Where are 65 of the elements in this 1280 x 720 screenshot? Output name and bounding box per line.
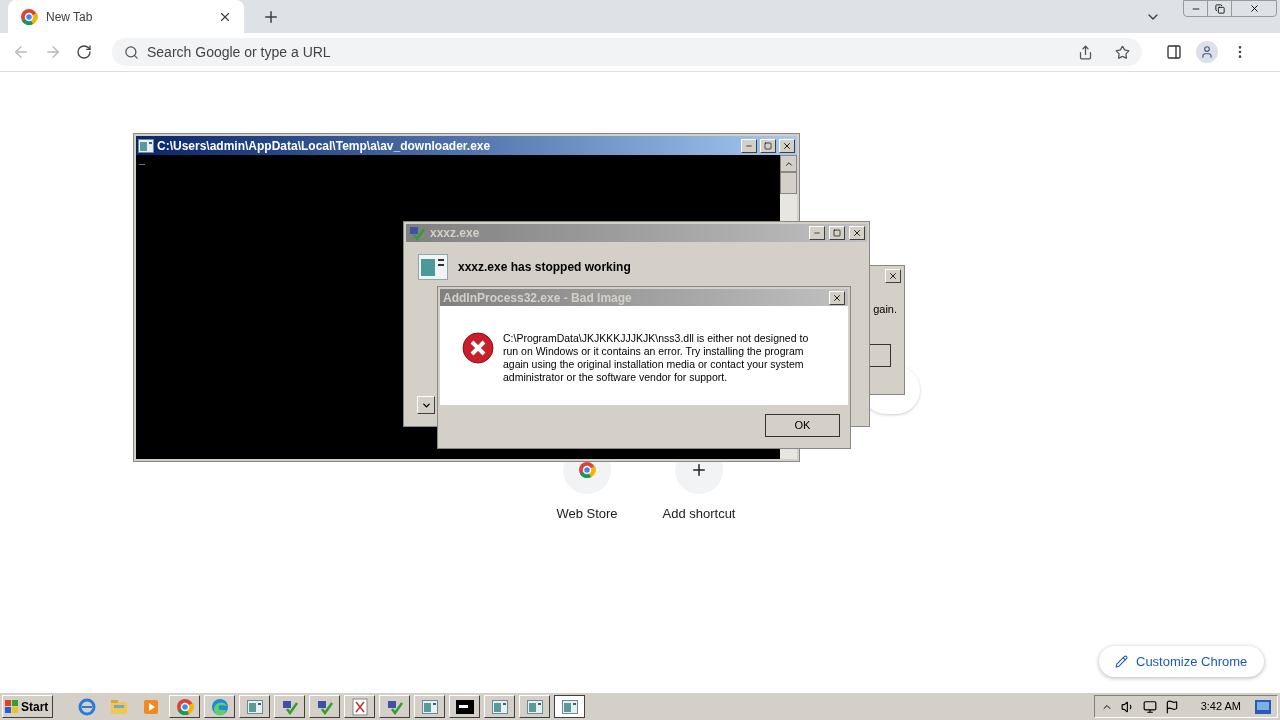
chrome-icon (578, 461, 596, 479)
plus-icon (262, 8, 280, 26)
search-icon (124, 44, 139, 60)
tab-title: New Tab (46, 8, 94, 26)
flag-icon[interactable] (1164, 699, 1179, 714)
close-button[interactable] (829, 290, 845, 305)
desktop-icon[interactable] (1255, 699, 1271, 714)
program-icon (418, 254, 448, 280)
omnibox[interactable]: Search Google or type a URL (112, 38, 1142, 66)
close-button[interactable] (849, 226, 865, 240)
windows-logo (5, 699, 19, 714)
ok-button[interactable]: OK (765, 414, 840, 437)
folder-icon (110, 698, 128, 715)
reload-icon[interactable] (76, 44, 92, 60)
close-icon (1248, 3, 1260, 14)
installer-icon (385, 698, 404, 715)
console-icon (455, 699, 474, 714)
crash-heading: xxxz.exe has stopped working (458, 259, 631, 276)
installer-icon (280, 698, 299, 715)
window-title: xxxz.exe (430, 225, 481, 242)
details-button[interactable] (417, 396, 435, 414)
taskbar-button[interactable] (554, 695, 585, 718)
window-title: C:\Users\admin\AppData\Local\Temp\a\av_downloader.exe (157, 137, 492, 155)
profile-avatar[interactable] (1196, 41, 1218, 63)
pencil-icon (1115, 655, 1128, 668)
installer-icon (408, 225, 426, 241)
scroll-thumb[interactable] (780, 172, 797, 194)
omnibox-input[interactable]: Search Google or type a URL (147, 41, 1070, 63)
installer-icon (315, 698, 334, 715)
window-icon (246, 699, 263, 714)
browser-tab[interactable]: New Tab (8, 0, 244, 33)
close-button[interactable] (885, 269, 901, 283)
window-icon (491, 699, 508, 714)
window-icon (561, 699, 578, 714)
close-icon (782, 140, 792, 151)
plus-icon (690, 461, 708, 479)
play-icon (143, 698, 159, 715)
restore-icon (1214, 3, 1225, 14)
close-icon (888, 271, 898, 281)
window-icon (421, 699, 438, 714)
shortcut-label: Add shortcut (662, 505, 736, 523)
edge-icon (210, 697, 229, 716)
maximize-icon (833, 229, 841, 237)
close-button[interactable] (779, 138, 795, 153)
error-icon (462, 332, 494, 364)
start-button[interactable]: Start (2, 695, 53, 718)
clock[interactable]: 3:42 AM (1200, 698, 1241, 715)
browser-e-icon (78, 697, 96, 716)
window-title: AddInProcess32.exe - Bad Image (443, 289, 633, 307)
maximize-button[interactable] (760, 138, 776, 153)
minimize-icon (813, 229, 821, 237)
maximize-button[interactable] (829, 226, 845, 240)
window-icon (138, 138, 154, 153)
star-icon[interactable] (1115, 44, 1130, 60)
customize-button[interactable]: Customize Chrome (1099, 646, 1264, 677)
shortcut-label: Web Store (556, 505, 618, 523)
maximize-icon (764, 141, 772, 150)
share-icon[interactable] (1078, 44, 1093, 60)
chrome-icon (20, 7, 38, 26)
side-panel-icon[interactable] (1166, 44, 1182, 60)
close-icon (832, 292, 842, 303)
chrome-icon (175, 697, 194, 716)
dialog-text: gain. (873, 302, 897, 317)
close-icon (852, 228, 862, 238)
window-icon (526, 699, 543, 714)
